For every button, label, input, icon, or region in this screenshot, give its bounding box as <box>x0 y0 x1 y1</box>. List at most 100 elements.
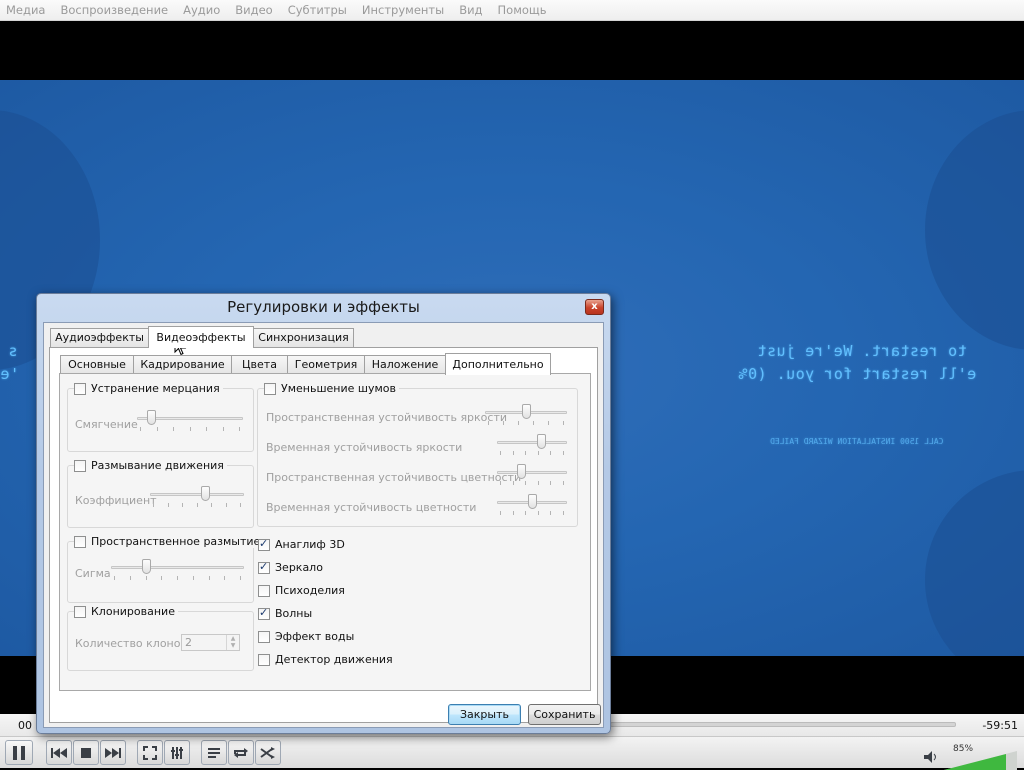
seek-slider[interactable] <box>610 722 956 727</box>
chroma-spatial-slider[interactable] <box>497 464 567 485</box>
waves-checkbox[interactable]: Волны <box>258 606 312 620</box>
water-effect-check-box[interactable] <box>258 630 270 643</box>
playlist-button[interactable] <box>201 740 227 765</box>
anaglyph-check-box[interactable] <box>258 537 270 551</box>
subtab-overlay[interactable]: Наложение <box>364 355 446 375</box>
shuffle-button[interactable] <box>255 740 281 765</box>
tab-synchronization[interactable]: Синхронизация <box>253 328 354 348</box>
clone-label: Клонирование <box>91 605 175 618</box>
dialog-close-button[interactable]: x <box>585 299 604 315</box>
flicker-checkbox[interactable]: Устранение мерцания <box>74 382 223 395</box>
menu-media[interactable]: Медиа <box>6 3 45 17</box>
video-caption-line2: e'll restart for you. (0% <box>738 365 977 383</box>
dialog-title: Регулировки и эффекты <box>227 298 420 316</box>
motion-blur-check-box[interactable] <box>74 459 86 472</box>
menu-audio[interactable]: Аудио <box>183 3 220 17</box>
slider-tick <box>550 451 552 455</box>
psychedelic-checkbox[interactable]: Психоделия <box>258 584 345 597</box>
save-button[interactable]: Сохранить <box>528 704 601 725</box>
previous-button[interactable] <box>46 740 72 765</box>
luma-temporal-slider[interactable] <box>497 434 567 455</box>
close-button[interactable]: Закрыть <box>448 704 521 725</box>
slider-tick <box>161 576 163 580</box>
adjustments-dialog: Регулировки и эффекты x Аудиоэффекты Вид… <box>36 293 611 734</box>
slider-thumb[interactable] <box>522 404 531 419</box>
menu-view[interactable]: Вид <box>459 3 482 17</box>
slider-tick <box>239 427 240 431</box>
pause-icon <box>13 745 25 760</box>
slider-thumb[interactable] <box>142 559 151 574</box>
mirror-check-box[interactable] <box>258 560 270 574</box>
denoise-checkbox[interactable]: Уменьшение шумов <box>264 382 399 395</box>
flicker-label: Устранение мерцания <box>91 382 220 395</box>
subtab-advanced[interactable]: Дополнительно <box>445 353 551 375</box>
waves-check-box[interactable] <box>258 606 270 620</box>
menu-playback[interactable]: Воспроизведение <box>60 3 168 17</box>
menu-video[interactable]: Видео <box>235 3 272 17</box>
sigma-slider[interactable] <box>111 559 244 580</box>
remaining-time[interactable]: -59:51 <box>982 719 1018 732</box>
luma-spatial-slider[interactable] <box>485 404 567 425</box>
slider-tick <box>525 511 527 515</box>
mirror-label: Зеркало <box>275 561 323 574</box>
tab-audio-effects[interactable]: Аудиоэффекты <box>50 328 149 348</box>
slider-thumb[interactable] <box>517 464 526 479</box>
fullscreen-button[interactable] <box>137 740 163 765</box>
slider-track[interactable] <box>497 441 567 444</box>
factor-label: Коэффициент <box>75 494 157 507</box>
spatial-blur-checkbox[interactable]: Пространственное размытие <box>74 535 264 548</box>
slider-tick <box>488 421 489 425</box>
smoothing-slider[interactable] <box>137 410 243 431</box>
slider-tick <box>512 481 514 485</box>
mirror-checkbox[interactable]: Зеркало <box>258 560 323 574</box>
slider-tick <box>140 427 141 431</box>
video-caption-left2: 'e <box>0 365 20 383</box>
psychedelic-check-box[interactable] <box>258 584 270 597</box>
menu-subtitles[interactable]: Субтитры <box>288 3 347 17</box>
stop-button[interactable] <box>73 740 99 765</box>
spin-arrows-icon[interactable]: ▲ ▼ <box>226 635 239 650</box>
subtab-basic[interactable]: Основные <box>60 355 134 375</box>
spatial-blur-check-box[interactable] <box>74 535 86 548</box>
slider-thumb[interactable] <box>201 486 210 501</box>
clone-checkbox[interactable]: Клонирование <box>74 605 178 618</box>
next-button[interactable] <box>100 740 126 765</box>
factor-slider[interactable] <box>150 486 244 507</box>
slider-tick <box>563 421 564 425</box>
slider-thumb[interactable] <box>537 434 546 449</box>
slider-track[interactable] <box>111 566 244 569</box>
subtab-crop[interactable]: Кадрирование <box>133 355 232 375</box>
slider-tick <box>500 511 501 515</box>
advanced-panel: Устранение мерцания Смягчение Размывание… <box>59 373 591 691</box>
subtab-colors[interactable]: Цвета <box>231 355 288 375</box>
slider-track[interactable] <box>150 493 244 496</box>
extended-settings-button[interactable] <box>164 740 190 765</box>
video-effects-panel: Основные Кадрирование Цвета Геометрия На… <box>49 347 598 723</box>
shuffle-icon <box>260 746 275 759</box>
loop-button[interactable] <box>228 740 254 765</box>
menu-tools[interactable]: Инструменты <box>362 3 444 17</box>
menu-help[interactable]: Помощь <box>498 3 547 17</box>
motion-detect-check-box[interactable] <box>258 653 270 666</box>
clone-count-spinbox[interactable]: 2 ▲ ▼ <box>181 634 240 651</box>
tab-video-effects[interactable]: Видеоэффекты <box>148 326 254 348</box>
slider-track[interactable] <box>497 471 567 474</box>
clone-check-box[interactable] <box>74 605 86 618</box>
slider-thumb[interactable] <box>147 410 156 425</box>
subtab-geometry[interactable]: Геометрия <box>287 355 365 375</box>
slider-tick <box>525 481 527 485</box>
slider-tick <box>206 427 207 431</box>
controls-bar: 85% <box>0 736 1024 770</box>
speaker-icon[interactable] <box>924 751 938 763</box>
slider-tick <box>177 576 178 580</box>
flicker-check-box[interactable] <box>74 382 86 395</box>
pause-button[interactable] <box>5 740 33 765</box>
smoothing-label: Смягчение <box>75 418 138 431</box>
denoise-check-box[interactable] <box>264 382 276 395</box>
motion-blur-checkbox[interactable]: Размывание движения <box>74 459 227 472</box>
chroma-temporal-slider[interactable] <box>497 494 567 515</box>
water-effect-checkbox[interactable]: Эффект воды <box>258 630 354 643</box>
slider-thumb[interactable] <box>528 494 537 509</box>
anaglyph-checkbox[interactable]: Анаглиф 3D <box>258 537 345 551</box>
motion-detect-checkbox[interactable]: Детектор движения <box>258 653 393 666</box>
